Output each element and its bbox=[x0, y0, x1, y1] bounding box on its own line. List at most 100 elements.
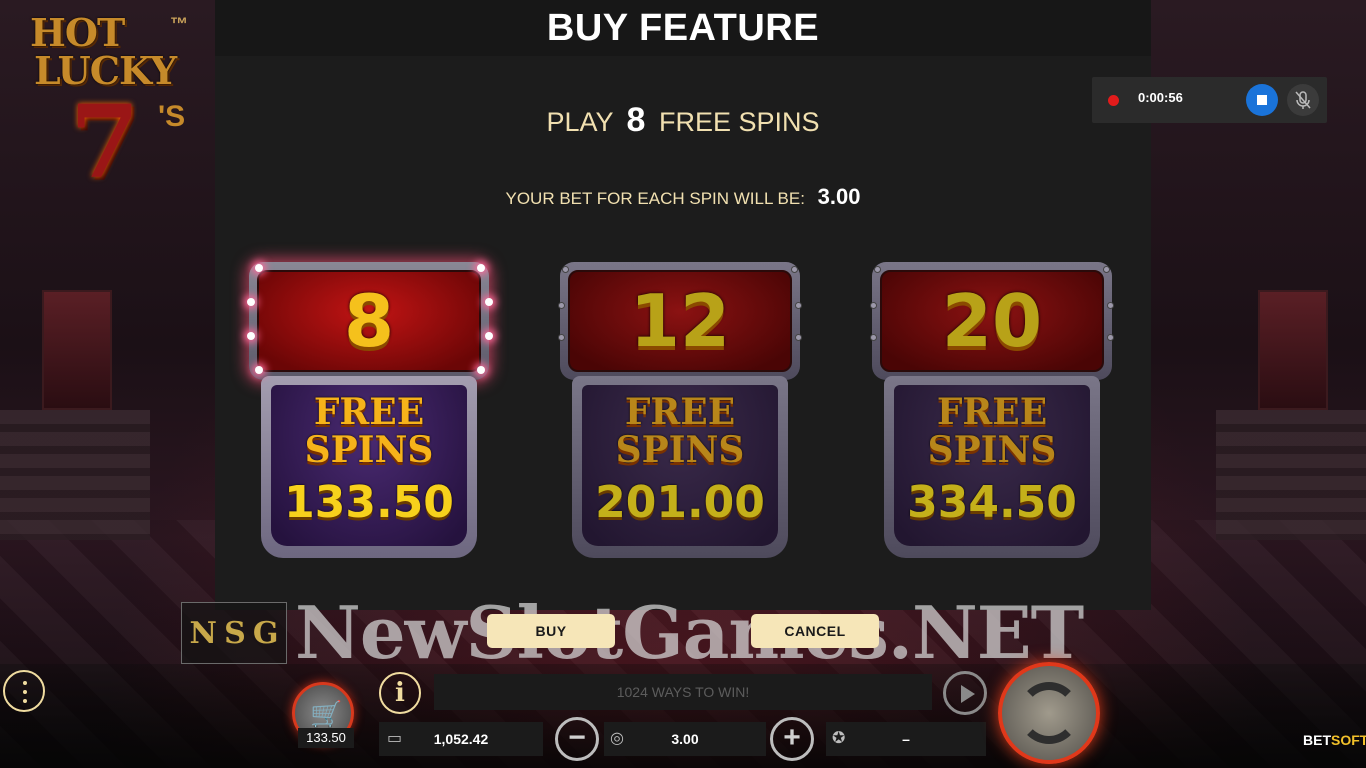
option-count: 8 bbox=[343, 279, 395, 363]
watermark-text: NewSlotGames.NET bbox=[295, 590, 1084, 675]
watermark-letter: N bbox=[189, 615, 217, 651]
marquee-bulb bbox=[255, 264, 263, 272]
buy-feature-dialog: BUY FEATURE PLAY 8 FREE SPINS YOUR BET F… bbox=[215, 0, 1151, 610]
marquee-bulb bbox=[485, 298, 493, 306]
menu-dot bbox=[23, 690, 27, 694]
cancel-button[interactable]: CANCEL bbox=[751, 614, 879, 648]
brand-suffix: SOFT bbox=[1331, 732, 1366, 748]
provider-logo: BETSOFT bbox=[1303, 732, 1366, 748]
play-icon bbox=[961, 685, 975, 703]
buy-feature-price: 133.50 bbox=[298, 728, 354, 748]
option-label-spins: SPINS bbox=[927, 429, 1057, 471]
watermark-letter: G bbox=[252, 615, 279, 651]
option-price-plate: FREE SPINS 201.00 bbox=[572, 376, 788, 558]
info-button[interactable]: i bbox=[379, 672, 421, 714]
win-field: ✪ – bbox=[826, 722, 986, 756]
award-icon: ✪ bbox=[832, 730, 846, 747]
play-free-spins-line: PLAY 8 FREE SPINS bbox=[215, 100, 1151, 142]
marquee-bulb bbox=[247, 332, 255, 340]
rivet bbox=[870, 334, 877, 341]
background-stairs bbox=[0, 410, 150, 540]
bet-decrease-button[interactable]: − bbox=[555, 717, 599, 761]
marquee-bulb bbox=[485, 332, 493, 340]
menu-dot bbox=[23, 681, 27, 685]
rivet bbox=[1107, 302, 1114, 309]
option-count-plate: 12 bbox=[560, 262, 800, 380]
game-logo: HOT LUCKY ™ 7 'S bbox=[30, 14, 200, 194]
option-label-spins: SPINS bbox=[615, 429, 745, 471]
screen-recorder-widget: 0:00:56 bbox=[1092, 77, 1327, 123]
buy-button[interactable]: BUY bbox=[487, 614, 615, 648]
marquee-bulb bbox=[477, 264, 485, 272]
rivet bbox=[1107, 334, 1114, 341]
option-label-spins: SPINS bbox=[304, 429, 434, 471]
recording-dot-icon bbox=[1108, 95, 1119, 106]
recording-time: 0:00:56 bbox=[1138, 90, 1183, 105]
bet-increase-button[interactable]: + bbox=[770, 717, 814, 761]
game-screen: HOT LUCKY ™ 7 'S BUY FEATURE PLAY 8 FREE… bbox=[0, 0, 1366, 768]
mic-off-icon bbox=[1295, 91, 1311, 109]
option-label-free: FREE bbox=[936, 391, 1048, 433]
logo-s: 'S bbox=[158, 100, 186, 133]
watermark-letter: S bbox=[224, 615, 246, 651]
background-stairs bbox=[1216, 410, 1366, 540]
option-price-plate: FREE SPINS 334.50 bbox=[884, 376, 1100, 558]
option-count-plate: 20 bbox=[872, 262, 1112, 380]
balance-value: 1,052.42 bbox=[433, 731, 489, 747]
play-count: 8 bbox=[626, 101, 646, 139]
coins-icon: ◎ bbox=[610, 730, 624, 747]
stop-icon bbox=[1257, 95, 1267, 105]
rivet bbox=[870, 302, 877, 309]
option-price: 133.50 bbox=[284, 477, 454, 528]
rivet bbox=[558, 334, 565, 341]
rivet bbox=[795, 302, 802, 309]
play-prefix: PLAY bbox=[546, 107, 614, 137]
marquee-bulb bbox=[247, 298, 255, 306]
option-label-free: FREE bbox=[313, 391, 425, 433]
option-price-plate: FREE SPINS 133.50 bbox=[261, 376, 477, 558]
free-spins-option-12[interactable]: 12 FREE SPINS 201.00 bbox=[556, 258, 804, 558]
bet-label: YOUR BET FOR EACH SPIN WILL BE: bbox=[505, 189, 805, 208]
background-pillar bbox=[42, 290, 112, 410]
ways-to-win-banner: 1024 WAYS TO WIN! bbox=[434, 674, 932, 710]
spin-button[interactable] bbox=[998, 662, 1100, 764]
rivet bbox=[791, 266, 798, 273]
stop-recording-button[interactable] bbox=[1246, 84, 1278, 116]
spin-arrows-icon bbox=[1018, 682, 1080, 744]
logo-seven: 7 bbox=[70, 83, 140, 201]
autoplay-button[interactable] bbox=[943, 671, 987, 715]
background-pillar bbox=[1258, 290, 1328, 410]
play-suffix: FREE SPINS bbox=[658, 107, 820, 137]
dialog-header: BUY FEATURE bbox=[215, 0, 1151, 56]
option-label-free: FREE bbox=[624, 391, 736, 433]
menu-dot bbox=[23, 699, 27, 703]
win-value: – bbox=[902, 731, 910, 747]
brand-prefix: BET bbox=[1303, 732, 1331, 748]
marquee-bulb bbox=[255, 366, 263, 374]
rivet bbox=[874, 266, 881, 273]
option-count-plate: 8 bbox=[249, 262, 489, 380]
balance-field: ▭ 1,052.42 bbox=[379, 722, 543, 756]
watermark-logo-box: N S G bbox=[181, 602, 287, 664]
option-price: 334.50 bbox=[907, 477, 1077, 528]
rivet bbox=[1103, 266, 1110, 273]
rivet bbox=[562, 266, 569, 273]
bet-value: 3.00 bbox=[817, 184, 861, 209]
free-spins-option-20[interactable]: 20 FREE SPINS 334.50 bbox=[868, 258, 1116, 558]
mic-muted-button[interactable] bbox=[1287, 84, 1319, 116]
option-count: 20 bbox=[941, 279, 1043, 363]
bet-per-spin-line: YOUR BET FOR EACH SPIN WILL BE: 3.00 bbox=[215, 182, 1151, 214]
logo-trademark: ™ bbox=[170, 14, 188, 34]
option-count: 12 bbox=[629, 279, 731, 363]
rivet bbox=[795, 334, 802, 341]
shopping-cart-icon: 🛒 bbox=[310, 699, 343, 729]
watermark: N S G NewSlotGames.NET bbox=[181, 590, 1084, 675]
dialog-title: BUY FEATURE bbox=[546, 7, 820, 49]
free-spins-option-8[interactable]: 8 FREE SPINS 133.50 bbox=[245, 258, 493, 558]
bet-value: 3.00 bbox=[671, 731, 699, 747]
wallet-icon: ▭ bbox=[387, 730, 403, 747]
option-price: 201.00 bbox=[595, 477, 765, 528]
rivet bbox=[558, 302, 565, 309]
bet-field: ◎ 3.00 bbox=[604, 722, 766, 756]
menu-button[interactable] bbox=[3, 670, 45, 712]
